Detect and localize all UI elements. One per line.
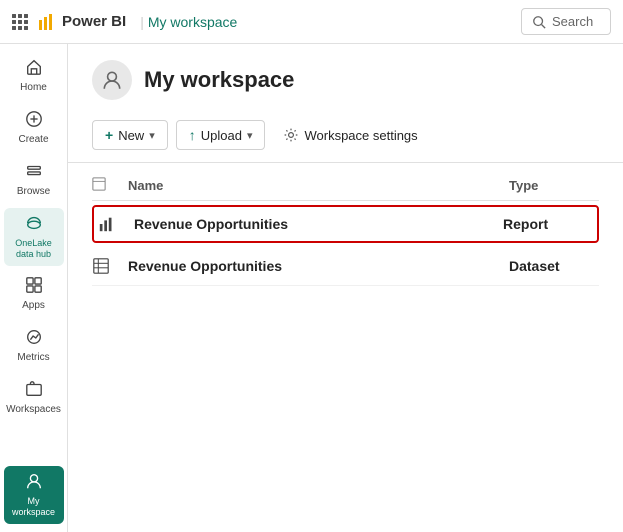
header-icon-col: [92, 177, 128, 194]
search-label: Search: [552, 14, 593, 29]
workspaces-icon: [25, 380, 43, 401]
table-header: Name Type: [92, 171, 599, 201]
row-type-report: Report: [503, 216, 593, 232]
sidebar-item-browse[interactable]: Browse: [4, 156, 64, 204]
plus-icon: +: [105, 127, 113, 143]
search-icon: [532, 15, 546, 29]
table-row[interactable]: Revenue Opportunities Dataset: [92, 247, 599, 286]
sidebar: Home Create Browse: [0, 44, 68, 532]
new-chevron-icon: ▾: [149, 129, 155, 142]
row-type-dataset: Dataset: [509, 258, 599, 274]
sidebar-label-onelake: OneLakedata hub: [15, 238, 52, 260]
sidebar-item-workspaces[interactable]: Workspaces: [4, 374, 64, 422]
create-icon: [25, 110, 43, 131]
toolbar: + New ▾ ↑ Upload ▾ Workspace settings: [68, 112, 623, 163]
home-icon: [25, 58, 43, 79]
page-header: My workspace: [68, 44, 623, 112]
metrics-icon: [25, 328, 43, 349]
sidebar-label-apps: Apps: [22, 300, 45, 312]
table-row[interactable]: Revenue Opportunities Report: [92, 205, 599, 243]
search-button[interactable]: Search: [521, 8, 611, 35]
col-type-header: Type: [509, 178, 599, 193]
sidebar-item-create[interactable]: Create: [4, 104, 64, 152]
new-button[interactable]: + New ▾: [92, 120, 168, 150]
sidebar-item-onelake[interactable]: OneLakedata hub: [4, 208, 64, 266]
apps-icon: [25, 276, 43, 297]
content-area: My workspace + New ▾ ↑ Upload ▾ Workspac…: [68, 44, 623, 532]
workspace-avatar: [92, 60, 132, 100]
grid-icon[interactable]: [12, 14, 28, 30]
app-name: Power BI: [62, 13, 126, 30]
sidebar-item-home[interactable]: Home: [4, 52, 64, 100]
row-name-report: Revenue Opportunities: [134, 216, 503, 232]
settings-label: Workspace settings: [304, 128, 417, 143]
upload-label: Upload: [201, 128, 242, 143]
sidebar-label-home: Home: [20, 82, 47, 94]
sidebar-item-apps[interactable]: Apps: [4, 270, 64, 318]
topbar-workspace-link[interactable]: My workspace: [148, 14, 237, 30]
sidebar-item-metrics[interactable]: Metrics: [4, 322, 64, 370]
page-title: My workspace: [144, 67, 294, 93]
gear-icon: [283, 127, 299, 143]
app-logo: Power BI: [38, 13, 126, 31]
dataset-icon: [92, 257, 128, 275]
report-icon: [98, 215, 134, 233]
myworkspace-icon: [25, 472, 43, 493]
upload-button[interactable]: ↑ Upload ▾: [176, 120, 266, 150]
sidebar-item-myworkspace[interactable]: Myworkspace: [4, 466, 64, 524]
sidebar-label-workspaces: Workspaces: [6, 404, 61, 416]
col-name-header: Name: [128, 178, 509, 193]
sidebar-label-metrics: Metrics: [17, 352, 49, 364]
settings-button[interactable]: Workspace settings: [273, 121, 427, 149]
sidebar-label-myworkspace: Myworkspace: [12, 496, 55, 518]
new-label: New: [118, 128, 144, 143]
sidebar-label-browse: Browse: [17, 186, 50, 198]
sidebar-label-create: Create: [18, 134, 48, 146]
main-layout: Home Create Browse: [0, 44, 623, 532]
onelake-icon: [25, 214, 43, 235]
upload-chevron-icon: ▾: [247, 129, 253, 142]
table-area: Name Type Revenue Opportunities Report: [68, 163, 623, 294]
topbar: Power BI | My workspace Search: [0, 0, 623, 44]
upload-icon: ↑: [189, 127, 196, 143]
powerbi-logo-icon: [38, 13, 56, 31]
browse-icon: [25, 162, 43, 183]
row-name-dataset: Revenue Opportunities: [128, 258, 509, 274]
